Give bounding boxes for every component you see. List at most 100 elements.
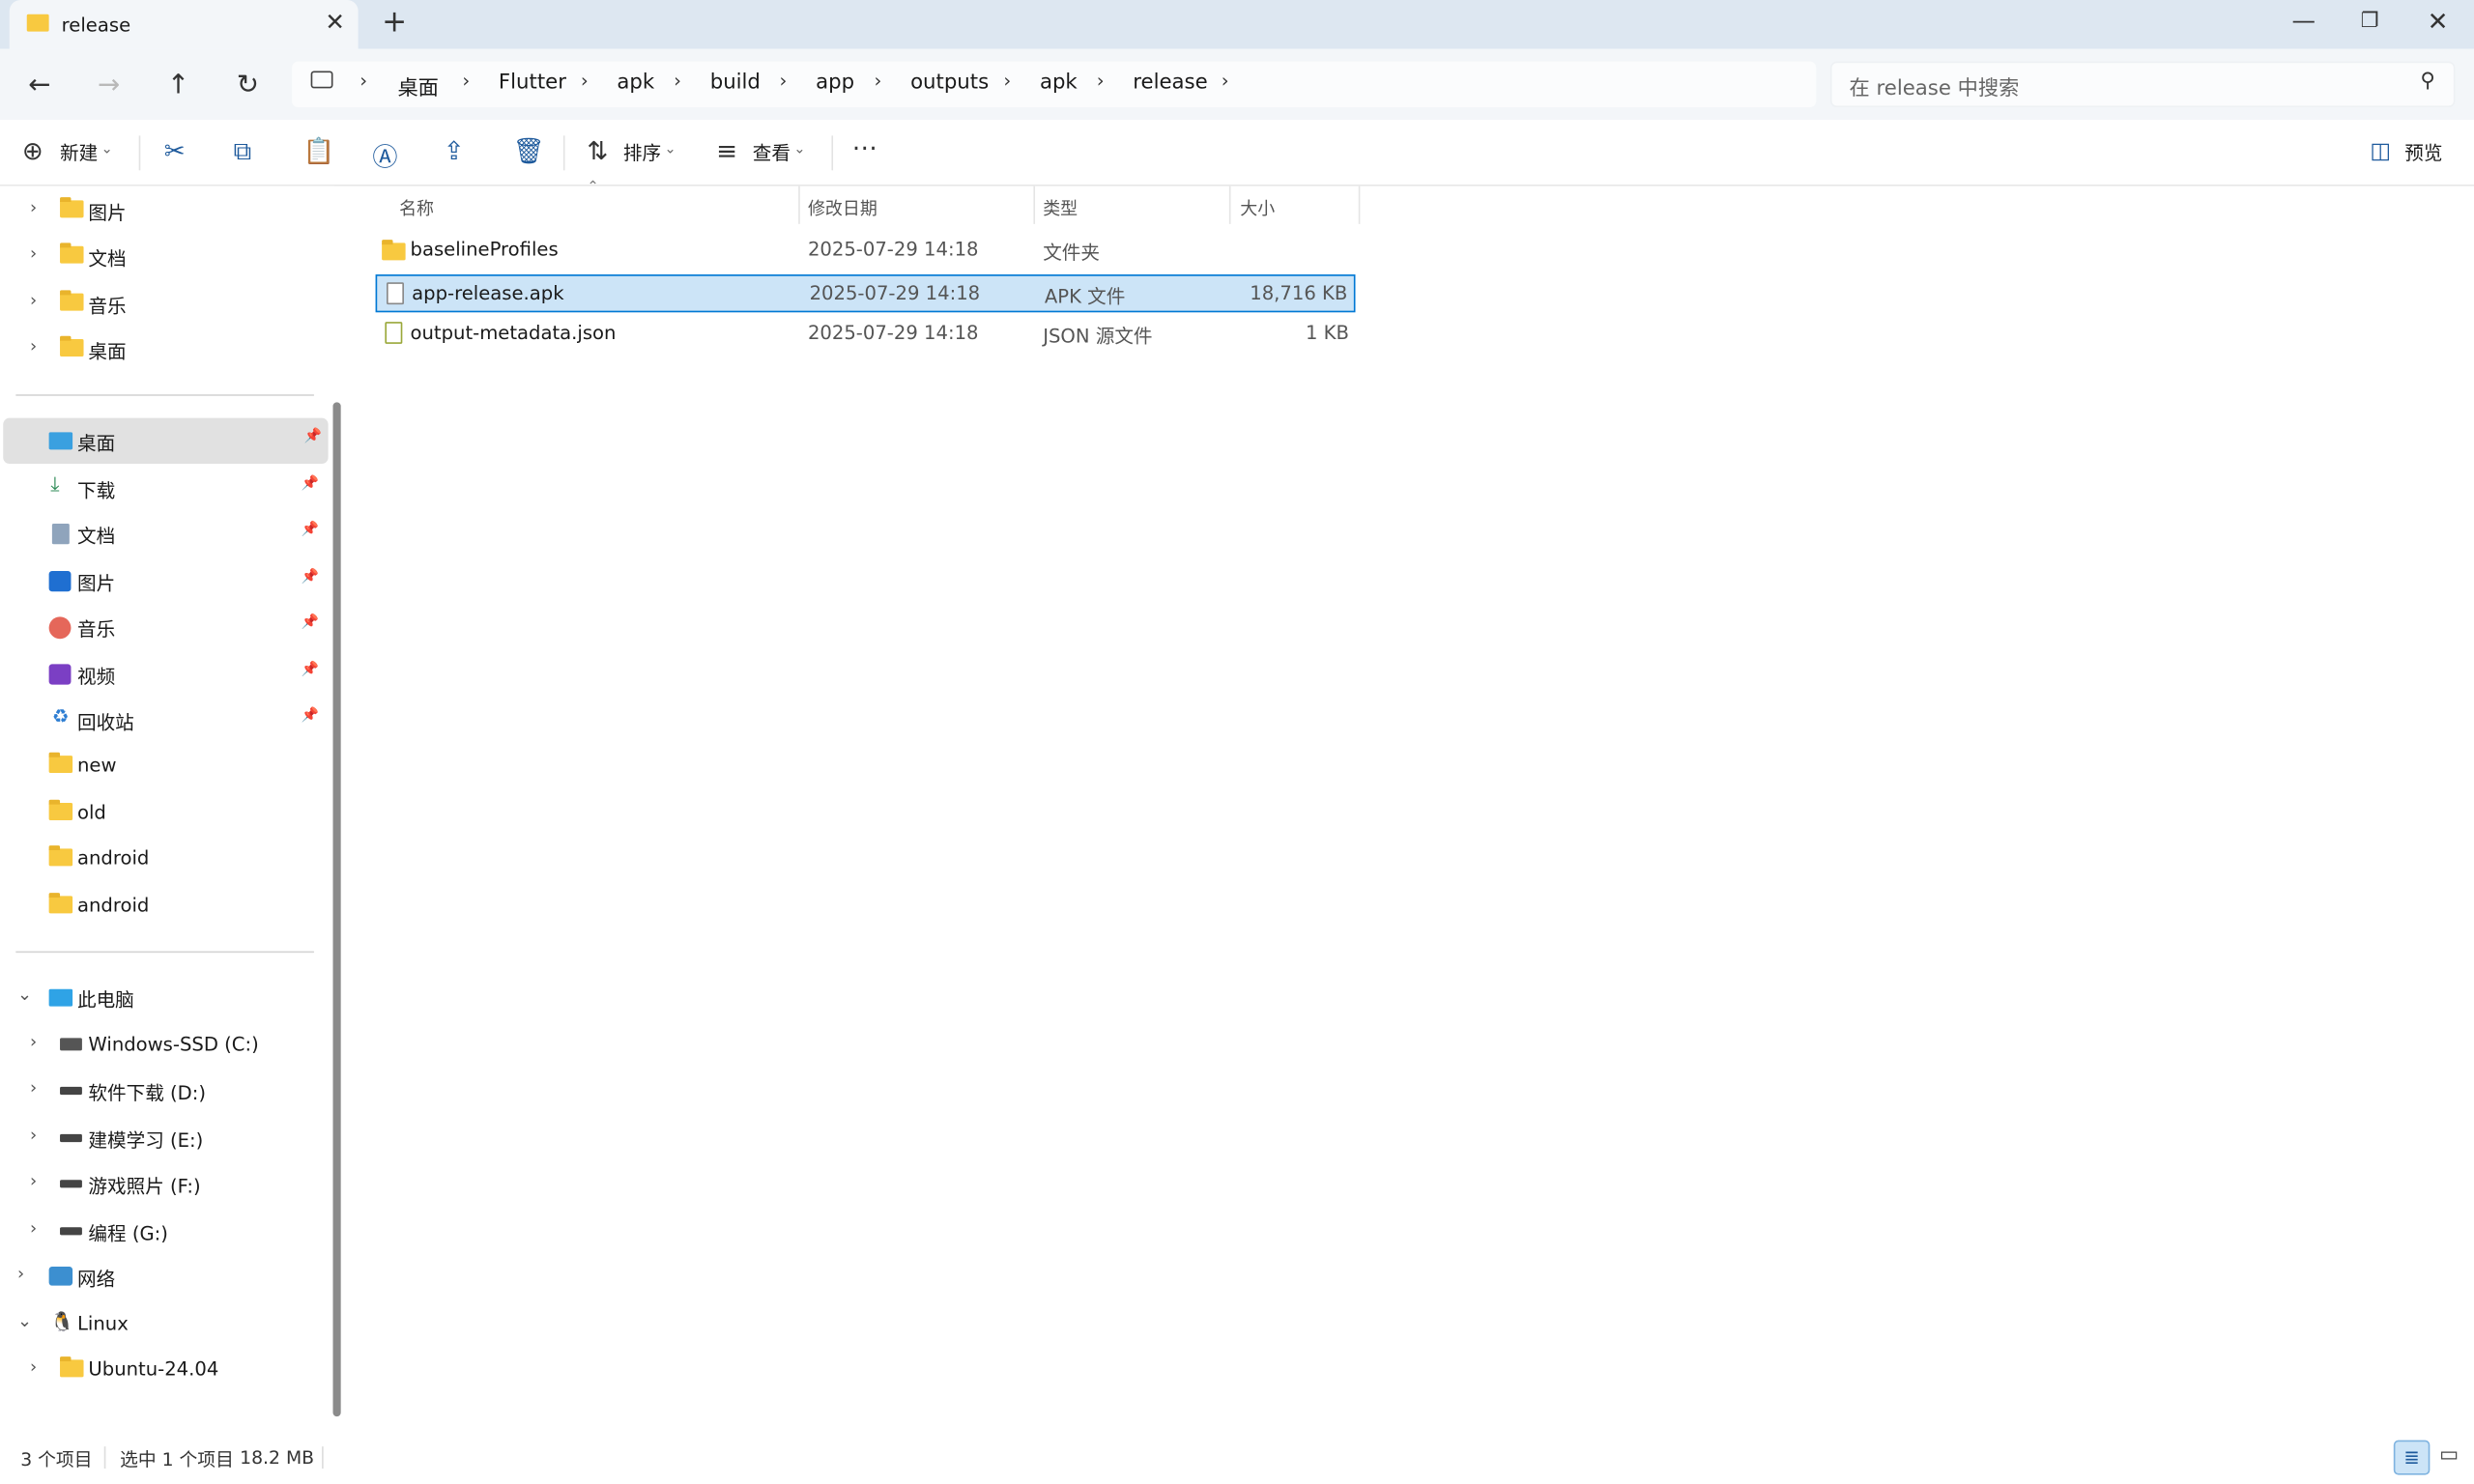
file-row-selected[interactable]: app-release.apk 2025-07-29 14:18 APK 文件 …: [375, 274, 1356, 313]
pin-icon[interactable]: 📌: [301, 569, 318, 585]
refresh-icon[interactable]: ↻: [229, 70, 267, 101]
copy-icon[interactable]: ⧉: [234, 135, 252, 167]
sidebar-item-ubuntu[interactable]: › Ubuntu-24.04: [0, 1347, 325, 1392]
column-header-name[interactable]: 名称: [399, 195, 434, 220]
sort-button[interactable]: 排序: [623, 139, 661, 166]
sidebar-item-drive-d[interactable]: › 软件下载 (D:): [0, 1068, 325, 1113]
pin-icon[interactable]: 📌: [304, 429, 322, 444]
sidebar-item-music[interactable]: › 音乐: [0, 281, 325, 327]
breadcrumb-apk-2[interactable]: apk: [1040, 71, 1078, 94]
sort-icon[interactable]: ⇅: [587, 135, 608, 165]
chevron-right-icon[interactable]: ›: [875, 70, 882, 92]
paste-icon[interactable]: 📋: [302, 135, 334, 165]
preview-pane-icon[interactable]: ◫: [2370, 139, 2391, 164]
chevron-right-icon[interactable]: ›: [30, 1077, 37, 1098]
chevron-right-icon[interactable]: ›: [1003, 70, 1011, 92]
sidebar-item-quick-pictures[interactable]: 图片 📌: [0, 558, 325, 604]
tiles-view-icon[interactable]: ▭: [2439, 1443, 2459, 1467]
sidebar-item-linux[interactable]: ⌄ 🐧 Linux: [0, 1301, 325, 1347]
pin-icon[interactable]: 📌: [301, 476, 318, 492]
pin-icon[interactable]: 📌: [301, 663, 318, 678]
sidebar-item-android[interactable]: android: [0, 836, 325, 881]
chevron-right-icon[interactable]: ›: [30, 1032, 37, 1052]
sidebar-item-android-2[interactable]: android: [0, 883, 325, 928]
sidebar-item-new[interactable]: new: [0, 743, 325, 788]
chevron-right-icon[interactable]: ›: [1097, 70, 1105, 92]
cut-icon[interactable]: ✂: [164, 135, 186, 165]
chevron-right-icon[interactable]: ›: [360, 70, 367, 92]
pin-icon[interactable]: 📌: [301, 708, 318, 724]
back-icon[interactable]: ←: [20, 70, 58, 101]
sidebar-item-downloads[interactable]: ⤓ 下载 📌: [0, 466, 325, 511]
chevron-down-icon[interactable]: ⌄: [664, 142, 676, 157]
preview-button[interactable]: 预览: [2404, 139, 2442, 166]
sidebar-item-documents[interactable]: › 文档: [0, 234, 325, 279]
column-header-type[interactable]: 类型: [1043, 195, 1078, 220]
breadcrumb-outputs[interactable]: outputs: [910, 71, 989, 94]
sidebar-scrollbar[interactable]: [332, 402, 341, 1417]
chevron-right-icon[interactable]: ›: [30, 336, 37, 357]
view-icon[interactable]: ≡: [716, 135, 737, 165]
breadcrumb-desktop[interactable]: 桌面: [397, 71, 438, 100]
column-header-date[interactable]: 修改日期: [808, 195, 877, 220]
sidebar-item-drive-f[interactable]: › 游戏照片 (F:): [0, 1161, 325, 1207]
chevron-down-icon[interactable]: ⌄: [793, 142, 805, 157]
up-icon[interactable]: ↑: [159, 70, 197, 101]
sidebar-item-drive-c[interactable]: › Windows-SSD (C:): [0, 1022, 325, 1068]
forward-icon[interactable]: →: [90, 70, 128, 101]
breadcrumb-apk[interactable]: apk: [617, 71, 654, 94]
column-divider[interactable]: [1033, 186, 1036, 224]
pin-icon[interactable]: 📌: [301, 615, 318, 631]
sidebar-item-this-pc[interactable]: ⌄ 此电脑: [0, 975, 325, 1020]
search-icon[interactable]: ⚲: [2421, 70, 2436, 93]
sidebar-item-desktop[interactable]: › 桌面: [0, 327, 325, 372]
sidebar-item-drive-e[interactable]: › 建模学习 (E:): [0, 1115, 325, 1160]
share-icon[interactable]: ⇪: [444, 135, 465, 165]
delete-icon[interactable]: 🗑: [513, 135, 545, 165]
file-row[interactable]: baselineProfiles 2025-07-29 14:18 文件夹: [376, 232, 1356, 270]
sidebar-item-quick-desktop[interactable]: 桌面 📌: [3, 417, 329, 465]
new-button[interactable]: 新建: [60, 139, 98, 166]
tab-release[interactable]: release ✕: [9, 0, 359, 49]
chevron-right-icon[interactable]: ›: [30, 1170, 37, 1190]
sidebar-item-drive-g[interactable]: › 编程 (G:): [0, 1209, 325, 1254]
breadcrumb-release[interactable]: release: [1133, 71, 1207, 94]
sidebar-item-old[interactable]: old: [0, 790, 325, 836]
chevron-right-icon[interactable]: ›: [30, 1356, 37, 1377]
chevron-right-icon[interactable]: ›: [17, 1264, 24, 1284]
chevron-right-icon[interactable]: ›: [30, 243, 37, 263]
breadcrumb-build[interactable]: build: [710, 71, 761, 94]
chevron-right-icon[interactable]: ›: [30, 197, 37, 217]
column-header-size[interactable]: 大小: [1240, 195, 1275, 220]
sidebar-item-quick-music[interactable]: 音乐 📌: [0, 604, 325, 649]
more-options-icon[interactable]: ⋯: [852, 132, 877, 162]
chevron-right-icon[interactable]: ›: [1222, 70, 1229, 92]
column-divider[interactable]: [798, 186, 800, 224]
sidebar-item-network[interactable]: › 网络: [0, 1254, 325, 1299]
chevron-right-icon[interactable]: ›: [30, 1125, 37, 1145]
chevron-right-icon[interactable]: ›: [780, 70, 788, 92]
new-icon[interactable]: ⊕: [22, 135, 43, 165]
breadcrumb-flutter[interactable]: Flutter: [499, 71, 566, 94]
close-window-icon[interactable]: ✕: [2406, 7, 2469, 37]
chevron-right-icon[interactable]: ›: [581, 70, 589, 92]
column-divider[interactable]: [1228, 186, 1231, 224]
chevron-down-icon[interactable]: ⌄: [101, 142, 112, 157]
sidebar-item-recycle-bin[interactable]: ♻ 回收站 📌: [0, 698, 325, 743]
sidebar-item-quick-documents[interactable]: 文档 📌: [0, 511, 325, 556]
sidebar-item-videos[interactable]: 视频 📌: [0, 651, 325, 697]
new-tab-icon[interactable]: +: [382, 5, 407, 40]
minimize-icon[interactable]: —: [2272, 7, 2335, 35]
breadcrumb-app[interactable]: app: [816, 71, 854, 94]
file-row[interactable]: output-metadata.json 2025-07-29 14:18 JS…: [376, 316, 1356, 354]
chevron-down-icon[interactable]: ⌄: [17, 1311, 32, 1331]
details-view-icon[interactable]: ≣: [2393, 1440, 2431, 1475]
column-divider[interactable]: [1358, 186, 1361, 224]
chevron-right-icon[interactable]: ›: [30, 1217, 37, 1238]
restore-icon[interactable]: ❐: [2339, 10, 2402, 33]
chevron-right-icon[interactable]: ›: [674, 70, 681, 92]
view-button[interactable]: 查看: [753, 139, 791, 166]
close-tab-icon[interactable]: ✕: [325, 8, 345, 36]
chevron-right-icon[interactable]: ›: [462, 70, 470, 92]
chevron-right-icon[interactable]: ›: [30, 290, 37, 310]
